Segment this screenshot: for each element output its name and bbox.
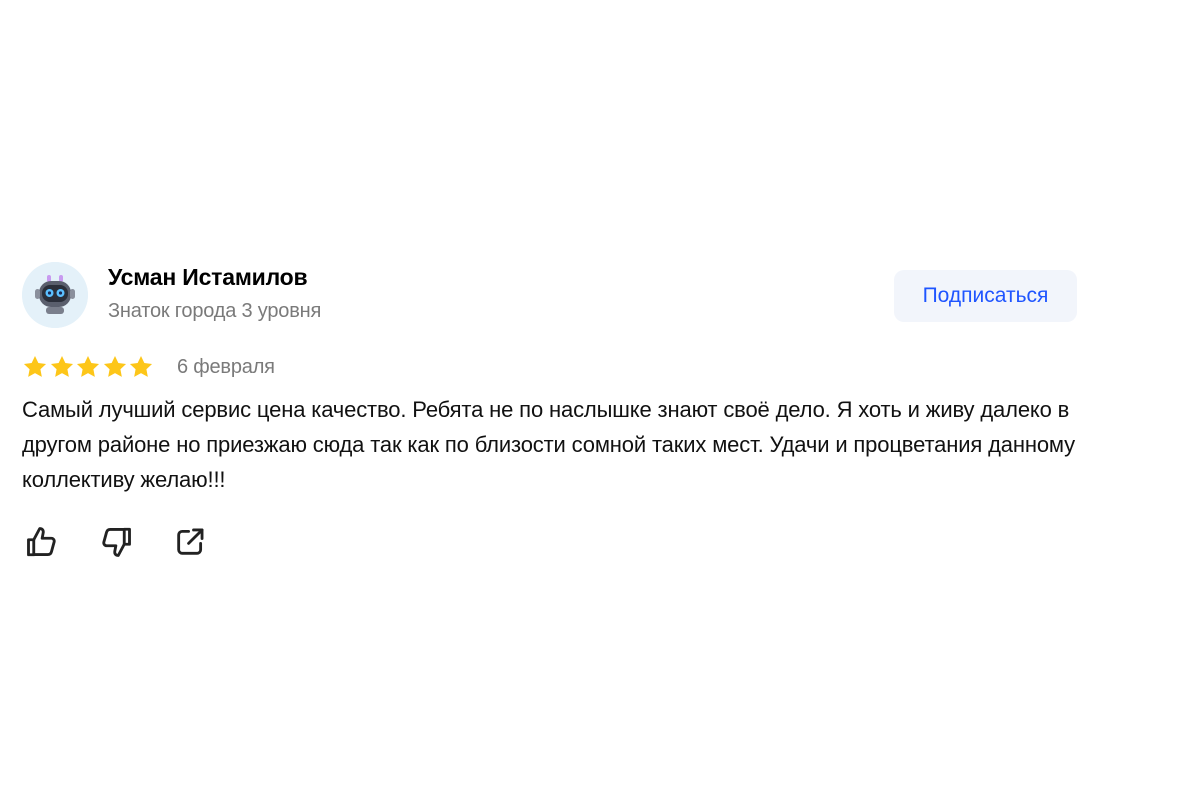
author-name[interactable]: Усман Истамилов xyxy=(108,264,308,291)
review-card: Усман Истамилов Знаток города 3 уровня П… xyxy=(22,262,1082,557)
star-icon xyxy=(103,355,126,377)
share-button[interactable] xyxy=(170,522,210,562)
star-icon xyxy=(50,355,73,377)
thumbs-up-icon xyxy=(27,527,56,557)
review-header: Усман Истамилов Знаток города 3 уровня П… xyxy=(22,262,1082,330)
rating-row: 6 февраля xyxy=(22,354,275,380)
dislike-button[interactable] xyxy=(96,522,136,562)
share-icon xyxy=(177,528,204,555)
review-date: 6 февраля xyxy=(176,355,275,378)
avatar[interactable] xyxy=(22,262,88,328)
star-icon xyxy=(23,355,47,377)
thumbs-down-icon xyxy=(102,527,131,557)
robot-avatar-icon xyxy=(22,262,88,328)
subscribe-button[interactable]: Подписаться xyxy=(894,270,1077,322)
like-button[interactable] xyxy=(22,522,62,562)
review-actions xyxy=(22,522,244,562)
author-level: Знаток города 3 уровня xyxy=(108,300,322,322)
star-rating xyxy=(22,354,155,380)
star-icon xyxy=(77,355,100,377)
review-text: Самый лучший сервис цена качество. Ребят… xyxy=(22,397,1076,492)
star-icon xyxy=(130,355,153,377)
